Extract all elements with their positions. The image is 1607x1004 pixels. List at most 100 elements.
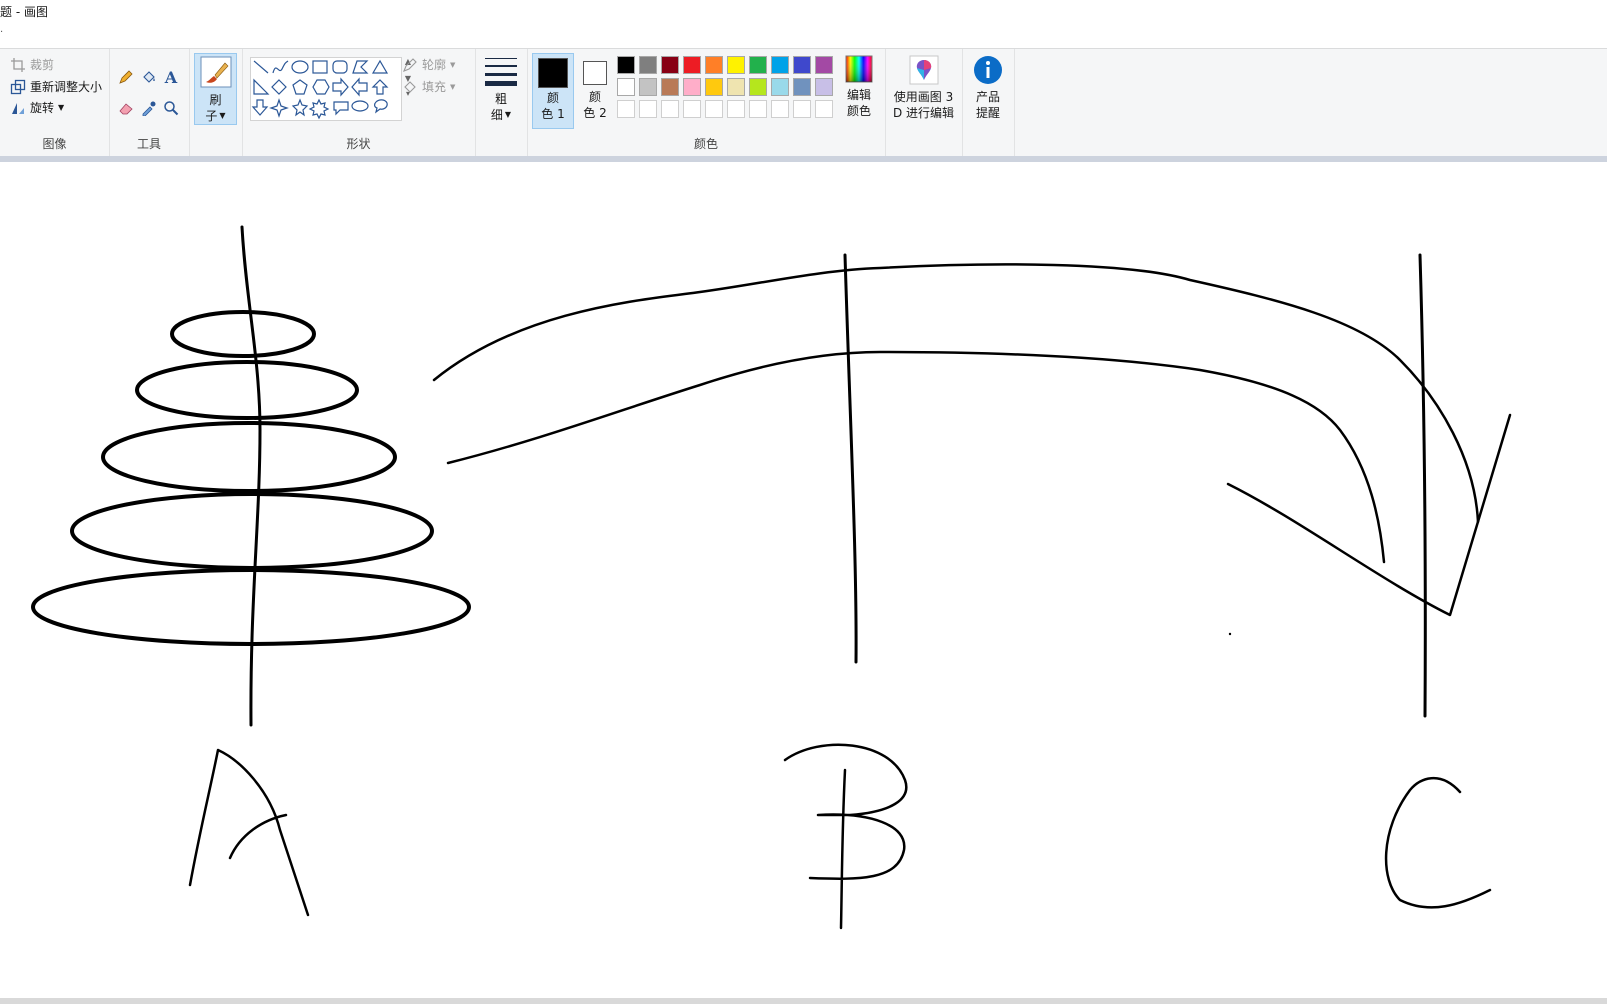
color2-swatch: [583, 61, 607, 85]
custom-color-slot[interactable]: [815, 100, 833, 118]
fill-label: 填充: [422, 80, 447, 94]
fill-tool[interactable]: [139, 67, 159, 87]
resize-label: 重新调整大小: [30, 80, 103, 94]
edit-colors-label-2: 颜色: [846, 104, 871, 118]
letter-b-strokes: [783, 743, 908, 930]
palette-color-swatch[interactable]: [749, 78, 767, 96]
custom-color-slot[interactable]: [793, 100, 811, 118]
palette-color-swatch[interactable]: [771, 56, 789, 74]
chevron-down-icon: ▼: [504, 110, 512, 119]
palette-color-swatch[interactable]: [683, 56, 701, 74]
chevron-down-icon: ▼: [219, 111, 226, 120]
rotate-label: 旋转: [30, 101, 55, 115]
custom-color-slot[interactable]: [771, 100, 789, 118]
label-b: B: [840, 929, 841, 931]
image-group-label: 图像: [42, 137, 67, 151]
pencil-tool[interactable]: [116, 67, 136, 87]
arrowhead: [1226, 413, 1512, 617]
rotate-button[interactable]: 旋转 ▼: [10, 99, 64, 116]
color2-button[interactable]: 颜 色 2: [575, 53, 615, 127]
custom-color-slot[interactable]: [639, 100, 657, 118]
color2-label-2: 色 2: [583, 106, 607, 120]
label-c: C: [1430, 929, 1431, 931]
color1-button[interactable]: 颜 色 1: [532, 53, 574, 129]
text-tool-glyph: A: [164, 67, 178, 87]
tools-group-label: 工具: [136, 137, 161, 151]
custom-color-slot[interactable]: [683, 100, 701, 118]
palette-color-swatch[interactable]: [661, 56, 679, 74]
custom-color-slot[interactable]: [617, 100, 635, 118]
peg-a: [240, 225, 262, 727]
ring-4: [70, 492, 434, 570]
palette-color-swatch[interactable]: [793, 56, 811, 74]
letter-a-strokes: [188, 748, 310, 917]
outline-button[interactable]: 轮廓 ▼: [402, 56, 455, 73]
product-alerts-button[interactable]: 产品 提醒: [968, 55, 1008, 127]
window-subtitle: .: [0, 24, 4, 35]
tips-label-1: 产品: [975, 90, 1000, 104]
rotate-icon: [12, 102, 24, 114]
paint3d-label-2: D 进行编辑: [892, 106, 955, 120]
custom-color-slot[interactable]: [705, 100, 723, 118]
brush-button[interactable]: 刷 子 ▼: [194, 53, 237, 125]
palette-color-swatch[interactable]: [617, 78, 635, 96]
palette-color-swatch[interactable]: [727, 56, 745, 74]
shapes-group: ▲ ▼ ▾ 轮廓 ▼ 填充 ▼ 形状: [242, 49, 476, 157]
text-tool[interactable]: A: [161, 67, 181, 87]
palette-color-swatch[interactable]: [749, 56, 767, 74]
size-label-1: 粗: [494, 92, 507, 106]
palette-color-swatch[interactable]: [815, 56, 833, 74]
palette-color-swatch[interactable]: [705, 56, 723, 74]
ring-2: [135, 360, 359, 420]
palette-color-swatch[interactable]: [683, 78, 701, 96]
paint3d-button[interactable]: 使用画图 3 D 进行编辑: [889, 55, 958, 127]
palette-color-swatch[interactable]: [639, 56, 657, 74]
edit-colors-button[interactable]: 编辑 颜色: [838, 55, 880, 127]
chevron-down-icon: ▼: [450, 82, 456, 91]
size-label-2: 细: [490, 108, 503, 122]
palette-color-swatch[interactable]: [617, 56, 635, 74]
custom-color-slot[interactable]: [749, 100, 767, 118]
color1-label-1: 颜: [546, 91, 559, 105]
paint3d-icon: [909, 55, 938, 85]
brush-label-1: 刷: [209, 93, 222, 107]
brush-icon: [200, 56, 231, 88]
stray-dot: [1228, 632, 1232, 636]
custom-color-slot[interactable]: [661, 100, 679, 118]
custom-color-slot[interactable]: [727, 100, 745, 118]
ring-3: [101, 421, 397, 493]
shapes-icons: [251, 59, 389, 120]
eraser-icon: [119, 103, 133, 115]
color-picker-tool[interactable]: [139, 98, 159, 118]
chevron-down-icon: ▼: [58, 103, 65, 112]
fill-button[interactable]: 填充 ▼: [402, 78, 455, 95]
magnifier-tool[interactable]: [161, 98, 181, 118]
colors-group: 颜 色 1 颜 色 2 编辑 颜色 颜色: [527, 49, 886, 157]
palette-color-swatch[interactable]: [639, 78, 657, 96]
tools-group: A 工具: [109, 49, 190, 157]
palette-color-swatch[interactable]: [727, 78, 745, 96]
peg-c: [1418, 253, 1427, 718]
palette-color-swatch[interactable]: [815, 78, 833, 96]
arrow-curve-upper: [432, 263, 1480, 524]
drawing-canvas[interactable]: A B C: [0, 162, 1607, 998]
arrow-curve-lower: [446, 350, 1386, 564]
palette-color-swatch[interactable]: [705, 78, 723, 96]
canvas-drawing: A B C: [31, 225, 1512, 931]
shapes-gallery[interactable]: [250, 57, 402, 121]
size-button[interactable]: 粗 细 ▼: [481, 55, 521, 125]
resize-icon: [10, 79, 26, 94]
resize-button[interactable]: 重新调整大小: [10, 78, 102, 95]
palette-color-swatch[interactable]: [793, 78, 811, 96]
window-title: 题 - 画图: [0, 5, 48, 19]
eraser-tool[interactable]: [116, 98, 136, 118]
magnifier-icon: [164, 101, 179, 116]
line-thickness-icon: [485, 58, 517, 86]
palette-color-swatch[interactable]: [661, 78, 679, 96]
shapes-group-label: 形状: [346, 137, 371, 151]
crop-button[interactable]: 裁剪: [10, 56, 54, 73]
paint-bucket-icon: [143, 71, 155, 83]
tips-label-2: 提醒: [975, 106, 1000, 120]
color-spectrum-icon: [845, 55, 873, 83]
palette-color-swatch[interactable]: [771, 78, 789, 96]
